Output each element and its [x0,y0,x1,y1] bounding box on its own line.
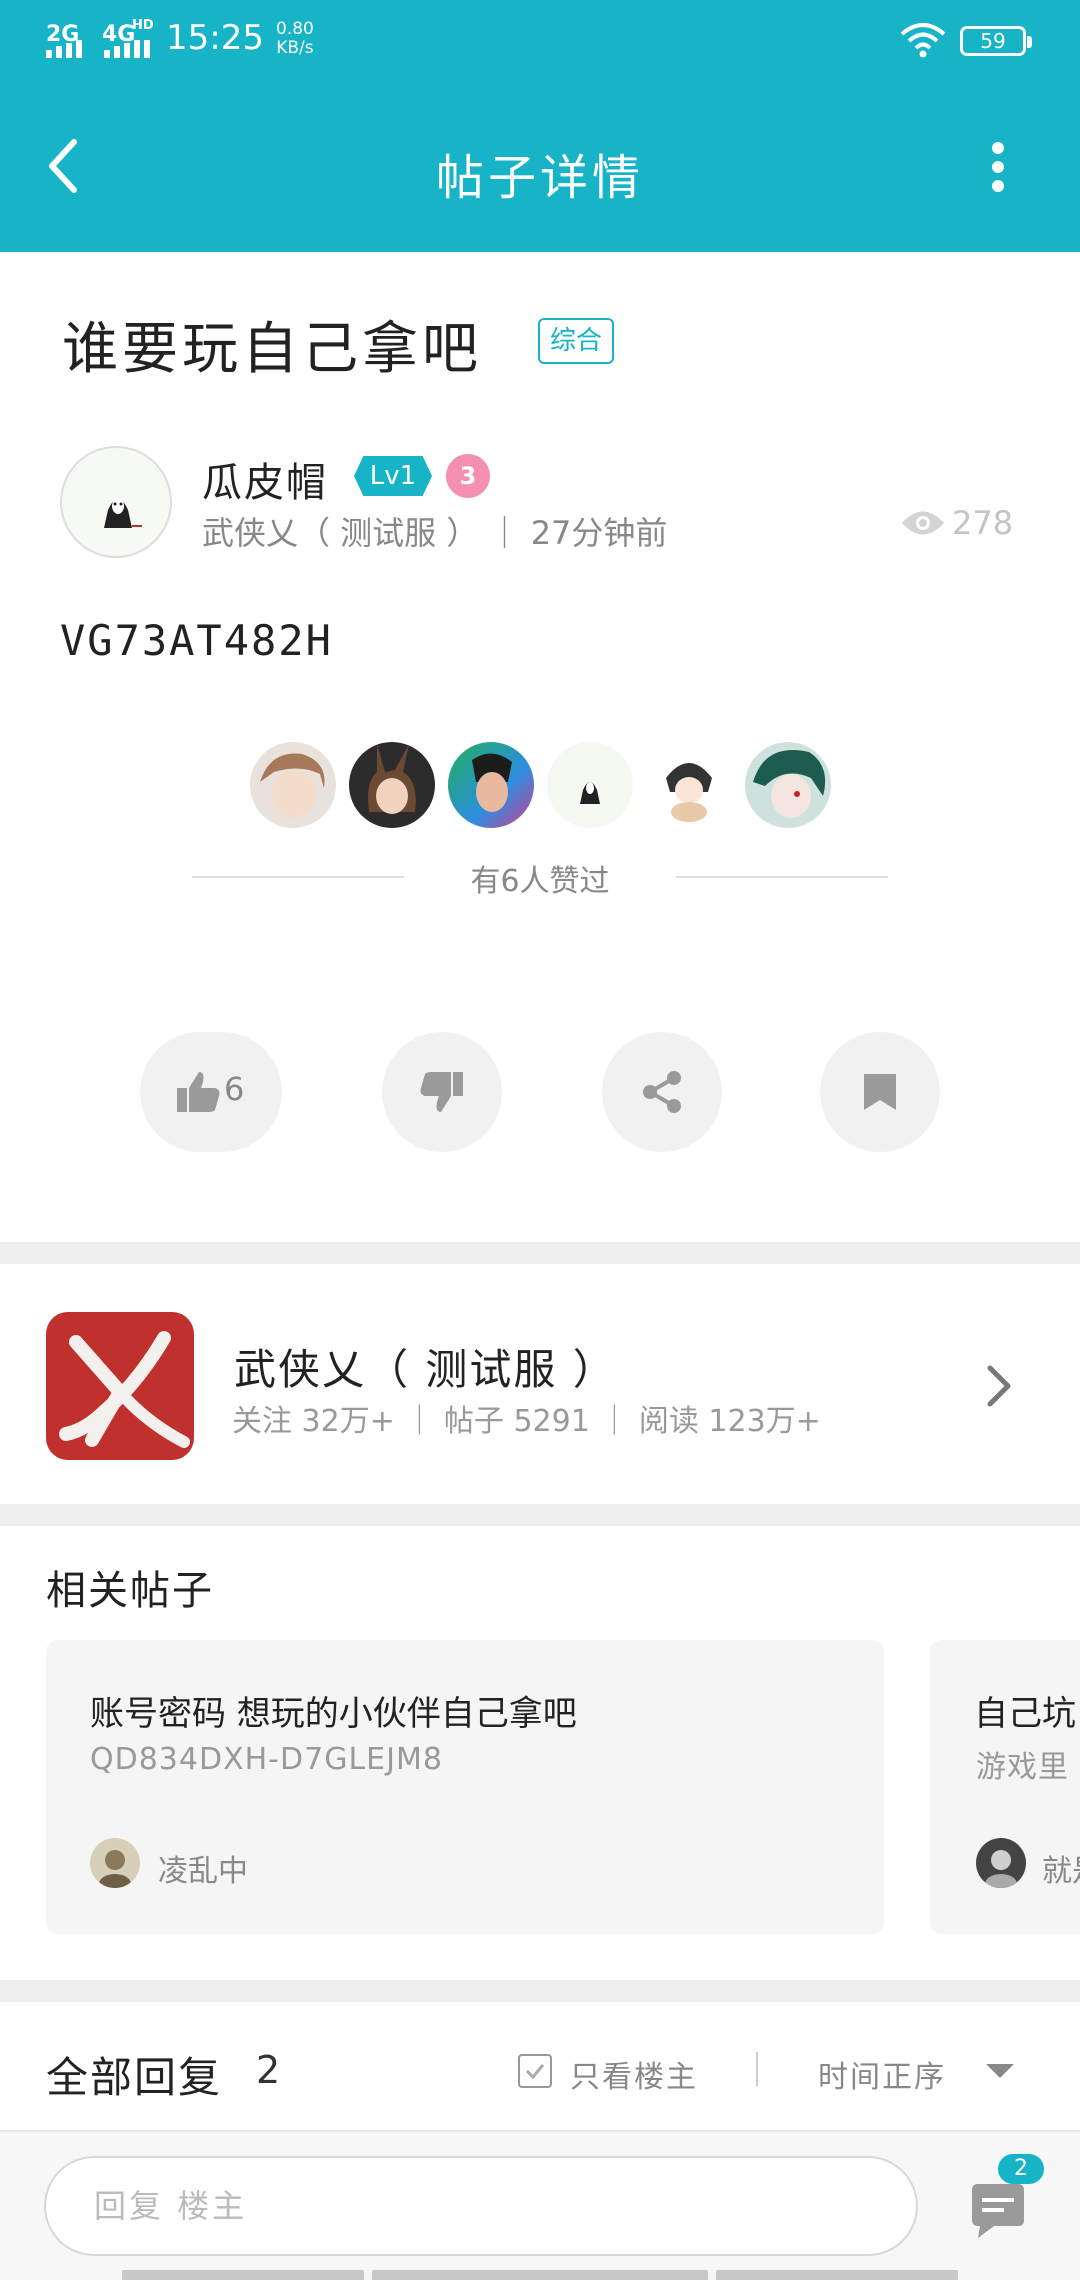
liker-avatar-image [753,750,826,818]
liker-avatar[interactable] [349,742,435,828]
liker-avatar[interactable] [547,742,633,828]
vertical-divider [756,2052,758,2086]
all-replies-title: 全部回复 [46,2053,223,2102]
status-bar: 2G 4G HD 15:25 0.80 KB/s 59 [0,0,1080,80]
sort-dropdown[interactable]: 时间正序 [818,2052,946,2096]
category-tag[interactable]: 综合 [538,318,614,364]
liker-avatar-image [368,744,416,814]
chevron-right-icon[interactable] [984,1364,1014,1408]
share-icon [643,1071,681,1113]
game-stats: 关注 32万+ ｜ 帖子 5291 ｜ 阅读 123万+ [232,1404,821,1439]
comment-icon[interactable] [966,2182,1030,2242]
liked-count-text[interactable]: 有6人赞过 [0,856,1080,900]
medal-badge: 3 [446,454,490,498]
page-title: 帖子详情 [435,150,644,206]
related-post-avatar [976,1838,1026,1888]
status-time: 15:25 [166,18,264,58]
app-bar: 帖子详情 [0,100,1080,236]
like-count: 6 [224,1070,245,1108]
dislike-button[interactable] [382,1032,502,1152]
reply-count: 2 [256,2048,281,2092]
wifi-icon [900,23,946,58]
game-icon[interactable] [46,1312,194,1460]
related-post-title: 账号密码 想玩的小伙伴自己拿吧 [90,1694,577,1734]
caret-down-icon[interactable] [986,2064,1014,2078]
reply-input[interactable]: 回复 楼主 [44,2156,918,2256]
header: 2G 4G HD 15:25 0.80 KB/s 59 帖子详情 [0,0,1080,252]
share-button[interactable] [602,1032,722,1152]
liker-avatar[interactable] [646,742,732,828]
liker-avatars [250,742,831,828]
more-dot-icon [992,142,1004,154]
author-name[interactable]: 瓜皮帽 [202,450,328,508]
battery-level: 59 [980,29,1006,53]
related-post-excerpt: 游戏里 [976,1750,1069,1785]
section-separator [0,1980,1080,2002]
thumb-up-icon [177,1072,220,1112]
divider-right [676,876,888,878]
liker-avatar-image [472,753,512,812]
nav-hint-bar [716,2270,958,2280]
related-post-author: 凌乱中 [158,1854,248,1889]
liker-avatar[interactable] [448,742,534,828]
speed-unit: KB/s [276,38,314,58]
game-name[interactable]: 武侠乂（ 测试服 ） [234,1336,617,1397]
liker-avatar[interactable] [745,742,831,828]
bookmark-icon [864,1074,896,1110]
related-post-card[interactable]: 账号密码 想玩的小伙伴自己拿吧 QD834DXH-D7GLEJM8 凌乱中 [46,1640,884,1934]
more-options-button[interactable] [978,138,1018,198]
level-badge: Lv1 [354,456,432,496]
post-body: VG73AT482H [60,616,333,665]
battery-icon: 59 [960,26,1032,56]
nav-hint-bar [372,2270,708,2280]
related-post-title: 自己坑 [974,1694,1076,1734]
related-posts-title: 相关帖子 [46,1568,214,1614]
signal-icon-2 [104,40,150,58]
hd-indicator: HD [132,18,154,33]
related-post-excerpt: QD834DXH-D7GLEJM8 [90,1742,443,1777]
only-host-label[interactable]: 只看楼主 [570,2052,698,2096]
nav-hint-bar [122,2270,364,2280]
like-button[interactable]: 6 [140,1032,282,1152]
bookmark-button[interactable] [820,1032,940,1152]
view-count: 278 [900,504,1013,542]
liker-avatar-image [580,782,600,804]
related-post-card[interactable]: 自己坑 游戏里 就是 [930,1640,1080,1934]
section-separator [0,1504,1080,1526]
author-avatar[interactable] [60,446,172,558]
user-avatar-image [99,1850,131,1888]
no-face-avatar-icon [104,498,142,528]
user-avatar-image [985,1850,1017,1888]
liker-avatar-image [260,753,325,818]
related-post-avatar [90,1838,140,1888]
liker-avatar[interactable] [250,742,336,828]
view-count-value: 278 [952,504,1014,542]
signal-icon [46,40,82,58]
network-speed: 0.80 KB/s [276,20,314,58]
bottom-bar: 回复 楼主 2 [0,2130,1080,2280]
liker-avatar-image [666,763,712,822]
only-host-checkbox[interactable] [518,2054,552,2088]
post-meta: 武侠乂（ 测试服 ） ｜ 27分钟前 [202,514,668,552]
post-title: 谁要玩自己拿吧 [62,317,482,382]
more-dot-icon [992,180,1004,192]
game-logo-icon [59,1331,190,1448]
related-post-author: 就是 [1042,1854,1080,1889]
section-separator [0,1242,1080,1264]
speed-value: 0.80 [276,19,314,39]
eye-icon [902,511,944,535]
check-icon [525,2064,545,2080]
comment-count-badge: 2 [998,2154,1044,2184]
thumb-down-icon [420,1072,463,1112]
more-dot-icon [992,161,1004,173]
